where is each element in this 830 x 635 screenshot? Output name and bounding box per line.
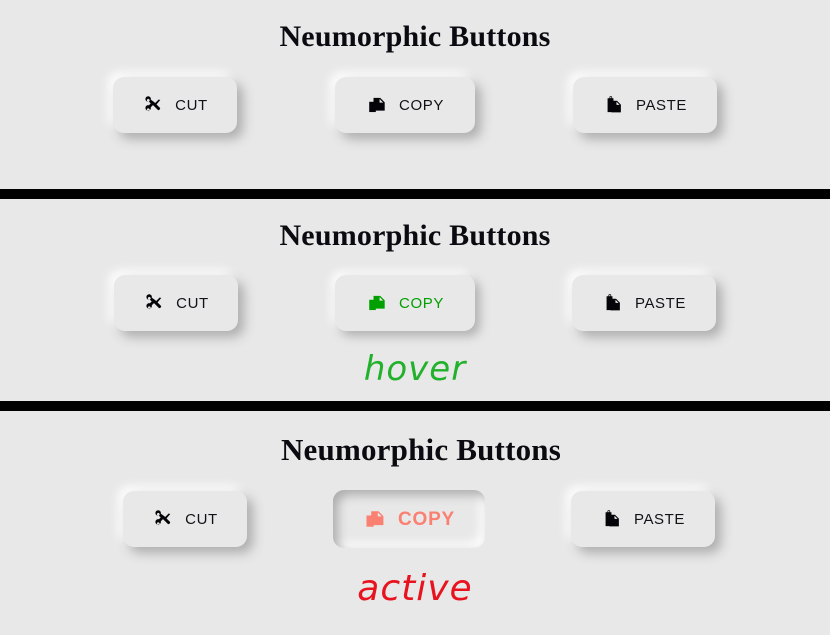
- hover-state-caption: hover: [363, 349, 467, 389]
- copy-button-active[interactable]: COPY: [333, 490, 485, 548]
- page-title-active: Neumorphic Buttons: [280, 432, 562, 467]
- section-active: Neumorphic Buttons CUT COPY PASTE active: [0, 411, 830, 609]
- cut-button-label: CUT: [176, 294, 209, 312]
- section-default: Neumorphic Buttons CUT COPY PASTE: [0, 0, 830, 189]
- page-title: Neumorphic Buttons: [279, 20, 551, 53]
- cut-button-label: CUT: [175, 96, 208, 114]
- section-hover: Neumorphic Buttons CUT COPY PASTE hover: [0, 199, 830, 401]
- paste-button-label: PASTE: [633, 510, 686, 528]
- paste-button-hover[interactable]: PASTE: [572, 275, 716, 331]
- page-title-hover: Neumorphic Buttons: [279, 219, 551, 252]
- paste-button-active[interactable]: PASTE: [571, 491, 715, 547]
- copy-icon: [366, 292, 388, 314]
- clipboard-paste-icon: [603, 94, 625, 116]
- button-row-active: CUT COPY PASTE: [0, 490, 830, 548]
- paste-button-label: PASTE: [634, 294, 687, 312]
- button-row-default: CUT COPY PASTE: [0, 77, 830, 133]
- cut-button-hover[interactable]: CUT: [114, 275, 238, 331]
- copy-button-label: COPY: [399, 96, 444, 114]
- scissors-icon: [152, 508, 174, 530]
- copy-button-label: COPY: [397, 508, 456, 530]
- copy-icon: [366, 94, 388, 116]
- cut-button-active[interactable]: CUT: [123, 491, 247, 547]
- button-row-hover: CUT COPY PASTE: [0, 275, 830, 331]
- cut-button-label: CUT: [185, 510, 218, 528]
- page-root: Neumorphic Buttons CUT COPY PASTE Neumor…: [0, 0, 830, 635]
- paste-button-label: PASTE: [635, 96, 688, 114]
- section-divider-2: [0, 401, 830, 411]
- scissors-icon: [142, 94, 164, 116]
- clipboard-paste-icon: [602, 292, 624, 314]
- copy-button[interactable]: COPY: [335, 77, 475, 133]
- clipboard-paste-icon: [601, 508, 623, 530]
- copy-icon: [363, 507, 387, 531]
- section-divider-1: [0, 189, 830, 199]
- active-state-caption: active: [357, 568, 473, 609]
- copy-button-label: COPY: [399, 294, 444, 312]
- scissors-icon: [143, 292, 165, 314]
- copy-button-hover[interactable]: COPY: [335, 275, 475, 331]
- cut-button[interactable]: CUT: [113, 77, 237, 133]
- paste-button[interactable]: PASTE: [573, 77, 717, 133]
